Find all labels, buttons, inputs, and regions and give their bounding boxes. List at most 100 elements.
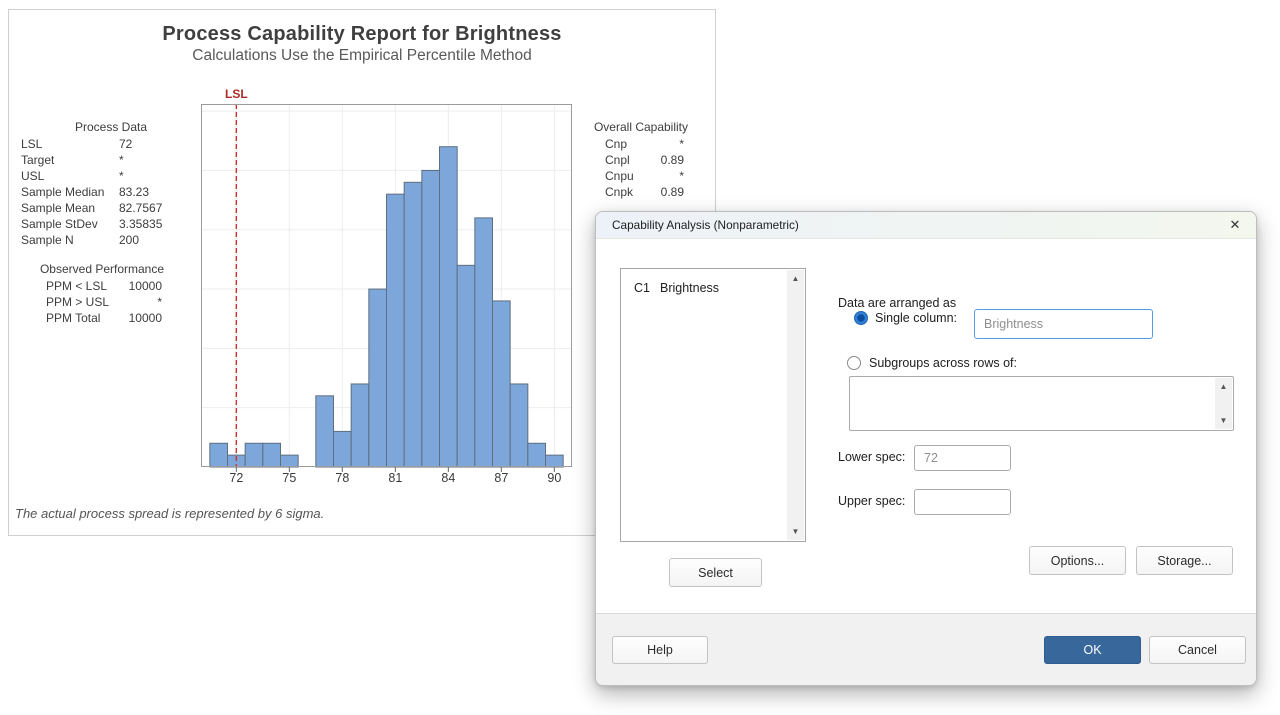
stat-value: 72 [119, 136, 181, 152]
capability-analysis-dialog: Capability Analysis (Nonparametric) ✕ C1… [595, 211, 1257, 686]
stat-row: USL* [21, 168, 181, 184]
stat-row: Sample N200 [21, 232, 181, 248]
histogram-bar [422, 170, 440, 467]
scroll-up-icon[interactable]: ▲ [1215, 378, 1232, 395]
stat-label: Cnpk [605, 184, 633, 200]
process-data-title: Process Data [41, 120, 181, 134]
dialog-footer: Help OK Cancel [596, 613, 1256, 685]
lower-spec-label: Lower spec: [838, 450, 905, 464]
observed-performance-table: PPM < LSL10000PPM > USL*PPM Total10000 [40, 278, 164, 326]
stat-row: PPM < LSL10000 [40, 278, 164, 294]
dialog-titlebar[interactable]: Capability Analysis (Nonparametric) ✕ [596, 212, 1256, 239]
stat-row: Cnpl0.89 [586, 152, 696, 168]
scroll-down-icon[interactable]: ▼ [1215, 412, 1232, 429]
histogram-bar [440, 147, 458, 467]
stat-value: * [627, 136, 684, 152]
histogram-bar [510, 384, 528, 467]
stat-label: Cnpu [605, 168, 634, 184]
histogram-bar [316, 396, 334, 467]
process-data-table: LSL72Target*USL*Sample Median83.23Sample… [21, 136, 181, 248]
stat-label: PPM < LSL [46, 278, 107, 294]
stat-row: Sample StDev3.35835 [21, 216, 181, 232]
histogram-bar [387, 194, 405, 467]
stat-label: Sample Mean [21, 200, 119, 216]
stat-value: * [119, 168, 181, 184]
stat-value: 83.23 [119, 184, 181, 200]
histogram-bar [546, 455, 564, 467]
stat-label: Sample Median [21, 184, 119, 200]
histogram-bar [404, 182, 422, 467]
histogram-bar [334, 431, 352, 467]
stat-row: PPM > USL* [40, 294, 164, 310]
stat-value: 3.35835 [119, 216, 181, 232]
app-canvas: Process Capability Report for Brightness… [0, 0, 1280, 715]
cancel-button[interactable]: Cancel [1149, 636, 1246, 664]
listbox-scrollbar[interactable]: ▲ ▼ [787, 270, 804, 540]
stat-value: * [634, 168, 684, 184]
data-arranged-label: Data are arranged as [838, 296, 956, 310]
help-button[interactable]: Help [612, 636, 708, 664]
overall-capability-table: Cnp*Cnpl0.89Cnpu*Cnpk0.89 [586, 136, 696, 200]
histogram-bar [457, 265, 475, 467]
single-column-label: Single column: [875, 311, 957, 325]
options-button[interactable]: Options... [1029, 546, 1126, 575]
subgroups-radio[interactable] [847, 356, 861, 370]
storage-button[interactable]: Storage... [1136, 546, 1233, 575]
histogram-bar [528, 443, 546, 467]
histogram-bar [351, 384, 369, 467]
stat-value: 0.89 [633, 184, 684, 200]
stat-value: 200 [119, 232, 181, 248]
stat-row: Cnp* [586, 136, 696, 152]
histogram-bar [493, 301, 511, 467]
stat-row: Cnpk0.89 [586, 184, 696, 200]
report-title: Process Capability Report for Brightness [9, 23, 715, 46]
stat-value: 0.89 [630, 152, 684, 168]
stat-value: * [119, 152, 181, 168]
x-tick-label: 78 [324, 471, 360, 485]
stat-value: * [109, 294, 162, 310]
select-button[interactable]: Select [669, 558, 762, 587]
subgroups-textarea[interactable]: ▲ ▼ [849, 376, 1234, 431]
histogram-bar [281, 455, 299, 467]
stat-label: PPM > USL [46, 294, 109, 310]
column-name: Brightness [660, 279, 719, 297]
stat-row: PPM Total10000 [40, 310, 164, 326]
x-tick-label: 81 [377, 471, 413, 485]
stat-label: Cnpl [605, 152, 630, 168]
list-item-c1-brightness[interactable]: C1 Brightness [621, 279, 787, 297]
overall-capability-title: Overall Capability [586, 120, 696, 134]
ok-button[interactable]: OK [1044, 636, 1141, 664]
histogram-bar [245, 443, 263, 467]
stat-row: Sample Median83.23 [21, 184, 181, 200]
histogram-bar [263, 443, 281, 467]
single-column-radio[interactable] [854, 311, 868, 325]
column-id: C1 [634, 279, 650, 297]
upper-spec-input[interactable] [914, 489, 1011, 515]
report-footnote: The actual process spread is represented… [15, 506, 324, 521]
observed-performance-title: Observed Performance [37, 262, 167, 276]
stat-label: Sample N [21, 232, 119, 248]
stat-label: Cnp [605, 136, 627, 152]
scroll-down-icon[interactable]: ▼ [787, 523, 804, 540]
stat-value: 82.7567 [119, 200, 181, 216]
x-tick-label: 90 [536, 471, 572, 485]
x-tick-label: 72 [218, 471, 254, 485]
stat-row: Cnpu* [586, 168, 696, 184]
x-tick-label: 84 [430, 471, 466, 485]
stat-value: 10000 [107, 278, 162, 294]
stat-label: Sample StDev [21, 216, 119, 232]
scroll-up-icon[interactable]: ▲ [787, 270, 804, 287]
stat-label: USL [21, 168, 119, 184]
single-column-input[interactable] [974, 309, 1153, 339]
stat-label: PPM Total [46, 310, 100, 326]
column-listbox[interactable]: C1 Brightness ▲ ▼ [620, 268, 806, 542]
close-icon[interactable]: ✕ [1226, 216, 1244, 234]
dialog-body: C1 Brightness ▲ ▼ Select Data are arrang… [596, 239, 1256, 616]
subgroups-scrollbar[interactable]: ▲ ▼ [1215, 378, 1232, 429]
histogram-plot [201, 104, 572, 473]
histogram-bar [475, 218, 493, 467]
stat-label: Target [21, 152, 119, 168]
lower-spec-input[interactable] [914, 445, 1011, 471]
upper-spec-label: Upper spec: [838, 494, 905, 508]
stat-row: Sample Mean82.7567 [21, 200, 181, 216]
